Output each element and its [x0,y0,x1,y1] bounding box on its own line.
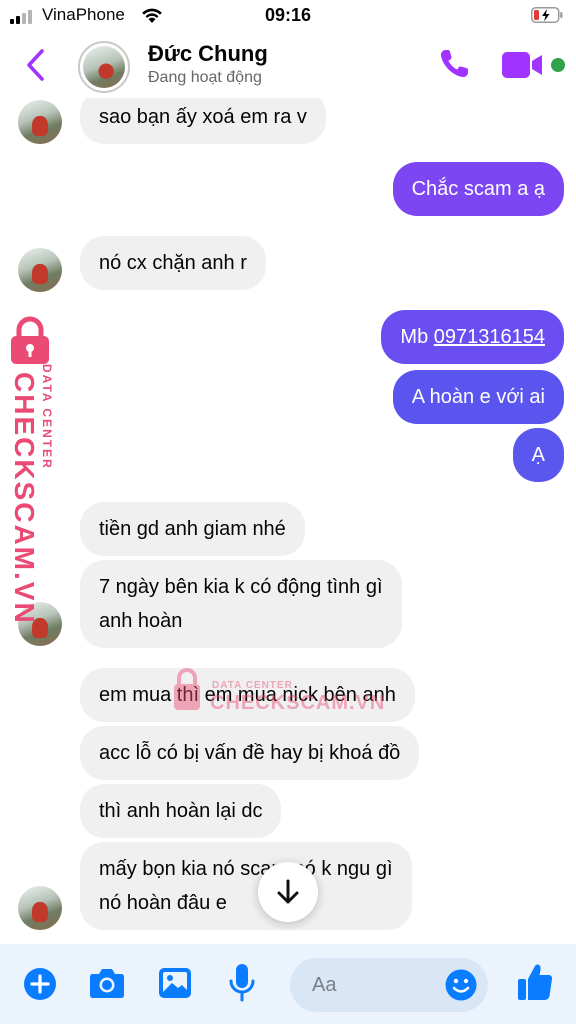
message-bubble-outgoing[interactable]: Ạ [512,428,564,482]
active-status-dot [551,58,565,72]
image-icon[interactable] [157,966,193,1000]
scroll-to-bottom-button[interactable] [258,862,318,922]
video-camera-icon[interactable] [500,50,546,80]
message-text-line: 7 ngày bên kia k có động tình gì [99,576,383,598]
clock: 09:16 [264,5,312,25]
battery-charging-icon [531,7,563,23]
message-text: Mb [400,326,434,348]
contact-avatar-small [18,100,62,144]
message-input[interactable] [312,970,432,1000]
message-thread[interactable]: sao bạn ấy xoá em ra v Chắc scam a ạ nó … [0,98,576,944]
message-composer [0,944,576,1024]
watermark-brand: CHECKSCAM.VN [210,692,386,714]
watermark-center: DATA CENTER CHECKSCAM.VN [172,662,384,718]
camera-icon[interactable] [88,966,126,1000]
contact-active-status: Đang hoạt động [148,69,262,86]
contact-name[interactable]: Đức Chung [148,41,268,67]
message-text-line: anh hoàn [99,610,183,632]
contact-avatar[interactable] [78,41,130,93]
message-bubble-outgoing[interactable]: Chắc scam a ạ [392,162,564,216]
message-input-container[interactable] [290,958,488,1012]
message-text-line: mấy bọn kia nó scam nó k ngu gì [99,858,393,880]
message-bubble-incoming[interactable]: nó cx chặn anh r [80,236,266,290]
watermark-brand: CHECKSCAM.VN [9,372,40,625]
watermark-tagline: DATA CENTER [40,364,54,470]
message-bubble-incoming[interactable]: thì anh hoàn lại dc [80,784,282,838]
message-bubble-incoming[interactable]: sao bạn ấy xoá em ra v [80,98,326,144]
lock-icon [11,316,49,364]
watermark-tagline: DATA CENTER [212,680,293,691]
message-text-line: nó hoàn đâu e [99,892,227,914]
emoji-icon[interactable] [444,968,478,1002]
arrow-down-icon [277,879,299,904]
message-bubble-incoming[interactable]: acc lỗ có bị vấn đề hay bị khoá đồ [80,726,420,780]
lock-icon [174,668,200,710]
back-button[interactable] [22,46,52,84]
message-bubble-incoming[interactable]: mấy bọn kia nó scam nó k ngu gì nó hoàn … [80,842,412,930]
plus-icon[interactable] [22,966,58,1002]
message-bubble-incoming[interactable]: tiền gd anh giam nhé [80,502,305,556]
status-bar: VinaPhone 09:16 [0,0,576,32]
contact-avatar-small [18,886,62,930]
chat-header: Đức Chung Đang hoạt động [0,32,576,98]
thumbs-up-icon[interactable] [516,962,554,1002]
watermark-side: CHECKSCAM.VN DATA CENTER [4,316,56,625]
phone-number-link[interactable]: 0971316154 [434,326,545,348]
message-bubble-outgoing[interactable]: Mb 0971316154 [381,310,564,364]
message-bubble-outgoing[interactable]: A hoàn e với ai [392,370,564,424]
contact-avatar-small [18,248,62,292]
microphone-icon[interactable] [228,962,256,1004]
phone-icon[interactable] [436,46,472,82]
message-bubble-incoming[interactable]: 7 ngày bên kia k có động tình gì anh hoà… [80,560,402,648]
